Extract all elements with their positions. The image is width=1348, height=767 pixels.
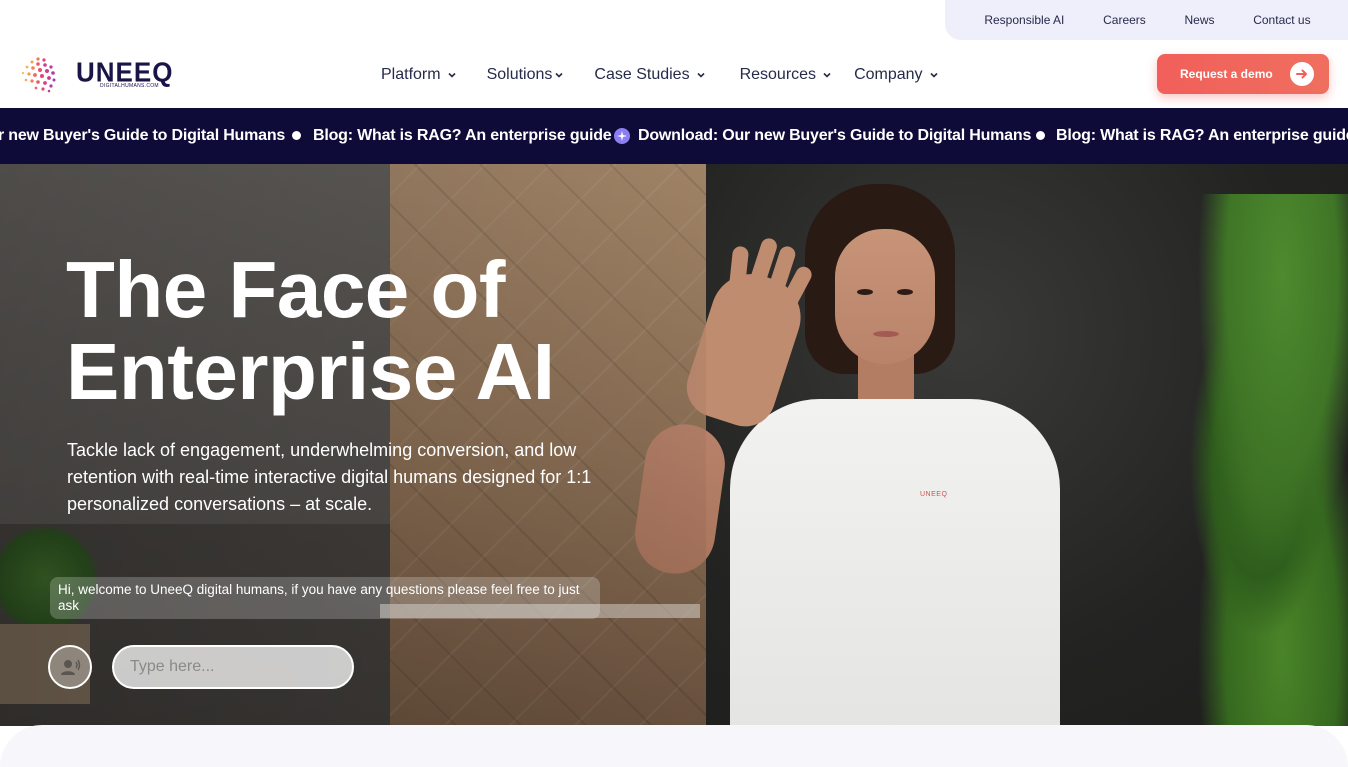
nav-item-label: Case Studies <box>594 66 690 83</box>
util-link-contact[interactable]: Contact us <box>1253 13 1310 27</box>
shirt-logo: UNEEQ <box>920 491 948 498</box>
next-section <box>0 725 1348 767</box>
util-link-careers[interactable]: Careers <box>1103 13 1146 27</box>
nav-item-label: Company <box>854 66 923 83</box>
nav-item-solutions[interactable]: Solutions <box>487 66 565 84</box>
microphone-button[interactable] <box>48 645 92 689</box>
main-nav: Platform Solutions Case Studies Resource… <box>381 66 939 84</box>
microphone-icon <box>61 659 81 675</box>
utility-nav: Responsible AI Careers News Contact us <box>945 0 1348 40</box>
request-demo-label: Request a demo <box>1180 67 1273 81</box>
hero-title-line2: Enterprise AI <box>66 327 555 416</box>
chevron-down-icon <box>697 72 705 78</box>
chevron-down-icon <box>929 72 938 78</box>
chevron-down-icon <box>555 72 563 78</box>
sparkle-icon <box>614 128 630 144</box>
util-link-responsible-ai[interactable]: Responsible AI <box>984 13 1064 27</box>
nav-item-label: Solutions <box>486 66 553 83</box>
logo-wordmark: UNEEQ <box>76 56 174 88</box>
plant-right-image <box>1150 194 1348 726</box>
ticker-item[interactable]: Blog: What is RAG? An enterprise guide <box>313 127 612 145</box>
uneeq-logo[interactable]: UNEEQ DIGITALHUMANS.COM <box>18 55 173 93</box>
ticker-item[interactable]: Download: Our new Buyer's Guide to Digit… <box>638 127 1031 145</box>
hero-section: UNEEQ The Face of Enterprise AI Tackle l… <box>0 164 1348 726</box>
request-demo-button[interactable]: Request a demo <box>1157 54 1329 94</box>
nav-item-company[interactable]: Company <box>854 66 938 84</box>
nav-item-label: Resources <box>739 66 817 83</box>
arrow-right-icon <box>1290 62 1314 86</box>
nav-item-resources[interactable]: Resources <box>740 66 832 84</box>
avatar-shirt: UNEEQ <box>730 399 1060 726</box>
page: Responsible AI Careers News Contact us U… <box>0 0 1348 767</box>
main-header: UNEEQ DIGITALHUMANS.COM Platform Solutio… <box>0 40 1348 108</box>
avatar-face <box>835 229 935 364</box>
ticker-item[interactable]: Blog: What is RAG? An enterprise guide <box>1056 127 1348 145</box>
nav-item-case-studies[interactable]: Case Studies <box>594 66 705 84</box>
ticker-item[interactable]: r new Buyer's Guide to Digital Humans <box>0 127 285 145</box>
bullet-dot-icon <box>292 131 301 140</box>
chevron-down-icon <box>448 72 456 78</box>
nav-item-label: Platform <box>381 66 441 83</box>
logo-head-icon <box>18 55 60 93</box>
nav-item-platform[interactable]: Platform <box>381 66 457 84</box>
hero-title-line1: The Face of <box>66 245 506 334</box>
chevron-down-icon <box>823 72 831 78</box>
chat-welcome-message: Hi, welcome to UneeQ digital humans, if … <box>50 577 600 619</box>
hero-title: The Face of Enterprise AI <box>66 249 686 413</box>
announcement-ticker: r new Buyer's Guide to Digital Humans Bl… <box>0 108 1348 164</box>
hero-subtitle: Tackle lack of engagement, underwhelming… <box>67 440 592 514</box>
util-link-news[interactable]: News <box>1185 13 1215 27</box>
chat-input[interactable] <box>112 645 354 689</box>
bullet-dot-icon <box>1036 131 1045 140</box>
